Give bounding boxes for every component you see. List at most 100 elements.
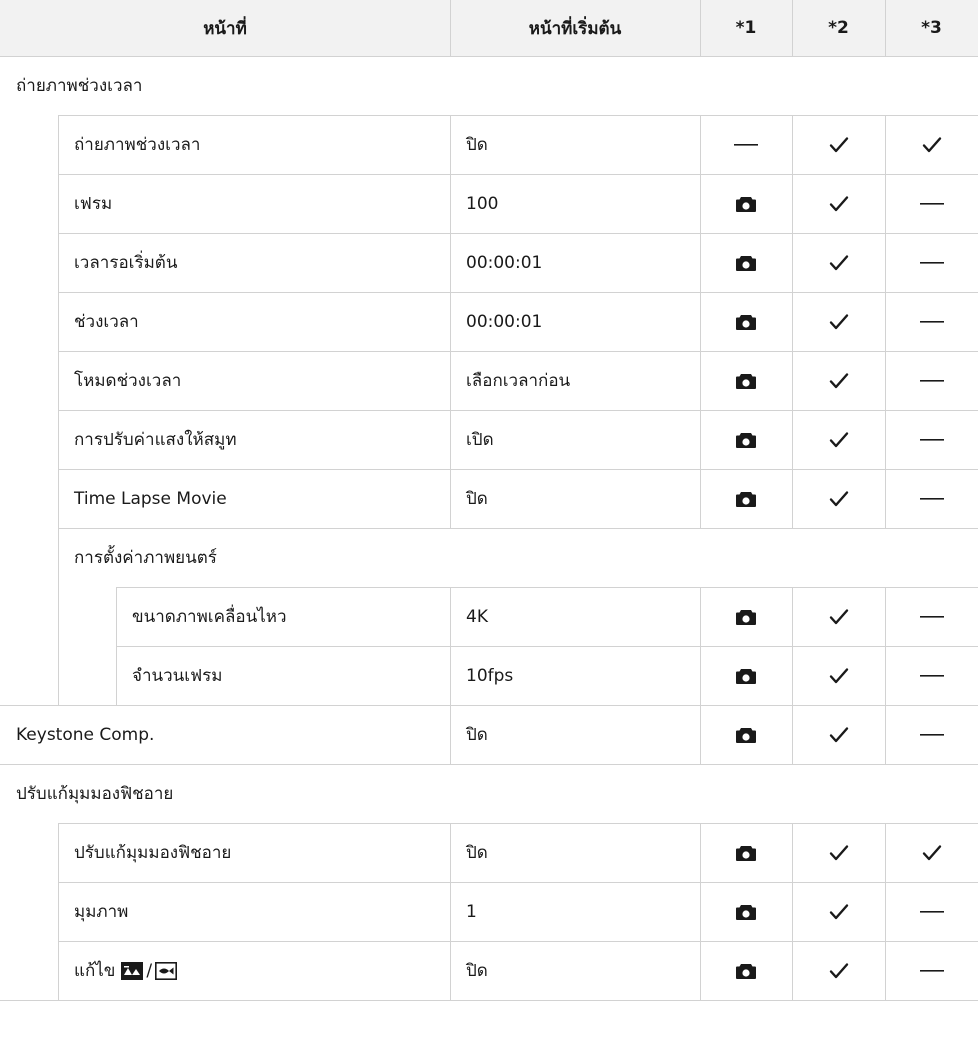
row-divider — [58, 941, 978, 942]
fisheye-wide-icon — [155, 961, 178, 980]
label-separator: / — [146, 960, 153, 981]
col-c2-cell — [792, 705, 885, 764]
header-function-label: หน้าที่ — [203, 18, 247, 39]
col-c1-cell — [700, 292, 792, 351]
col-c2-cell — [792, 410, 885, 469]
camera-icon — [735, 195, 757, 213]
indent-divider — [792, 115, 793, 174]
function-cell: ขนาดภาพเคลื่อนไหว — [132, 587, 450, 646]
row-divider — [116, 587, 978, 588]
function-cell: โหมดช่วงเวลา — [74, 351, 450, 410]
function-label: จำนวนเฟรม — [132, 666, 223, 686]
col-c2-cell — [792, 469, 885, 528]
function-cell: Time Lapse Movie — [74, 469, 450, 528]
col-c1-cell — [700, 823, 792, 882]
indent-divider — [885, 646, 886, 705]
dash-icon — [919, 615, 944, 619]
function-label: Time Lapse Movie — [74, 488, 227, 509]
row-divider — [58, 469, 978, 470]
indent-divider — [450, 823, 451, 882]
col-c1-cell — [700, 469, 792, 528]
indent-divider — [885, 469, 886, 528]
col-c1-cell — [700, 646, 792, 705]
indent-divider — [792, 941, 793, 1000]
table-row: โหมดช่วงเวลา เลือกเวลาก่อน — [0, 351, 978, 410]
header-default: หน้าที่เริ่มต้น — [450, 0, 700, 56]
table-header: หน้าที่ หน้าที่เริ่มต้น *1 *2 *3 — [0, 0, 978, 56]
group-label: การตั้งค่าภาพยนตร์ — [74, 528, 978, 587]
indent-divider — [450, 0, 451, 56]
indent-divider — [700, 705, 701, 764]
indent-divider — [700, 0, 701, 56]
col-c3-cell — [885, 174, 978, 233]
check-icon — [829, 667, 849, 685]
col-c2-cell — [792, 233, 885, 292]
check-icon — [922, 844, 942, 862]
table-row: เวลารอเริ่มต้น 00:00:01 — [0, 233, 978, 292]
function-label: ถ่ายภาพช่วงเวลา — [74, 135, 201, 155]
default-value-cell: 10fps — [466, 646, 700, 705]
col-c3-cell — [885, 115, 978, 174]
indent-divider — [885, 115, 886, 174]
col-c1-cell — [700, 587, 792, 646]
indent-divider — [700, 469, 701, 528]
table-row: ขนาดภาพเคลื่อนไหว 4K — [0, 587, 978, 646]
function-label: ปรับแก้มุมมองฟิชอาย — [16, 784, 174, 804]
default-value-cell: ปิด — [466, 823, 700, 882]
row-divider — [58, 351, 978, 352]
col-c3-cell — [885, 646, 978, 705]
default-value-cell: เปิด — [466, 410, 700, 469]
default-value-cell: 00:00:01 — [466, 233, 700, 292]
col-c2-cell — [792, 292, 885, 351]
indent-divider — [700, 646, 701, 705]
indent-divider — [885, 882, 886, 941]
camera-icon — [735, 313, 757, 331]
indent-divider — [885, 292, 886, 351]
camera-icon — [735, 903, 757, 921]
indent-divider — [450, 351, 451, 410]
indent-divider — [792, 823, 793, 882]
col-c3-cell — [885, 823, 978, 882]
col-c2-cell — [792, 174, 885, 233]
col-c2-cell — [792, 823, 885, 882]
check-icon — [829, 372, 849, 390]
check-icon — [922, 136, 942, 154]
row-divider — [58, 233, 978, 234]
camera-icon — [735, 431, 757, 449]
table-row: แก้ไข / ปิด — [0, 941, 978, 1000]
col-c2-cell — [792, 941, 885, 1000]
group-label: ปรับแก้มุมมองฟิชอาย — [16, 764, 978, 823]
default-value-cell: เลือกเวลาก่อน — [466, 351, 700, 410]
function-cell: จำนวนเฟรม — [132, 646, 450, 705]
default-value-cell: ปิด — [466, 941, 700, 1000]
default-value: 00:00:01 — [466, 252, 543, 273]
check-icon — [829, 608, 849, 626]
col-c1-cell — [700, 410, 792, 469]
indent-divider — [885, 351, 886, 410]
indent-divider — [450, 587, 451, 646]
indent-divider — [450, 174, 451, 233]
indent-divider — [450, 941, 451, 1000]
dash-icon — [919, 438, 944, 442]
indent-divider — [58, 823, 59, 1000]
default-value: 00:00:01 — [466, 311, 543, 332]
header-col2-label: *2 — [828, 18, 849, 38]
table-row: เฟรม 100 — [0, 174, 978, 233]
indent-divider — [450, 292, 451, 351]
function-label: Keystone Comp. — [16, 724, 155, 745]
default-value-cell: ปิด — [466, 705, 700, 764]
col-c3-cell — [885, 882, 978, 941]
fisheye-tele-icon — [121, 961, 144, 980]
default-value-cell: 00:00:01 — [466, 292, 700, 351]
default-value: ปิด — [466, 489, 488, 509]
check-icon — [829, 490, 849, 508]
dash-icon — [919, 674, 944, 678]
table-row: Keystone Comp. ปิด — [0, 705, 978, 764]
row-divider — [0, 705, 978, 706]
indent-divider — [792, 292, 793, 351]
camera-icon — [735, 254, 757, 272]
indent-divider — [700, 292, 701, 351]
default-value: เลือกเวลาก่อน — [466, 371, 571, 391]
function-cell: การปรับค่าแสงให้สมูท — [74, 410, 450, 469]
col-c2-cell — [792, 587, 885, 646]
